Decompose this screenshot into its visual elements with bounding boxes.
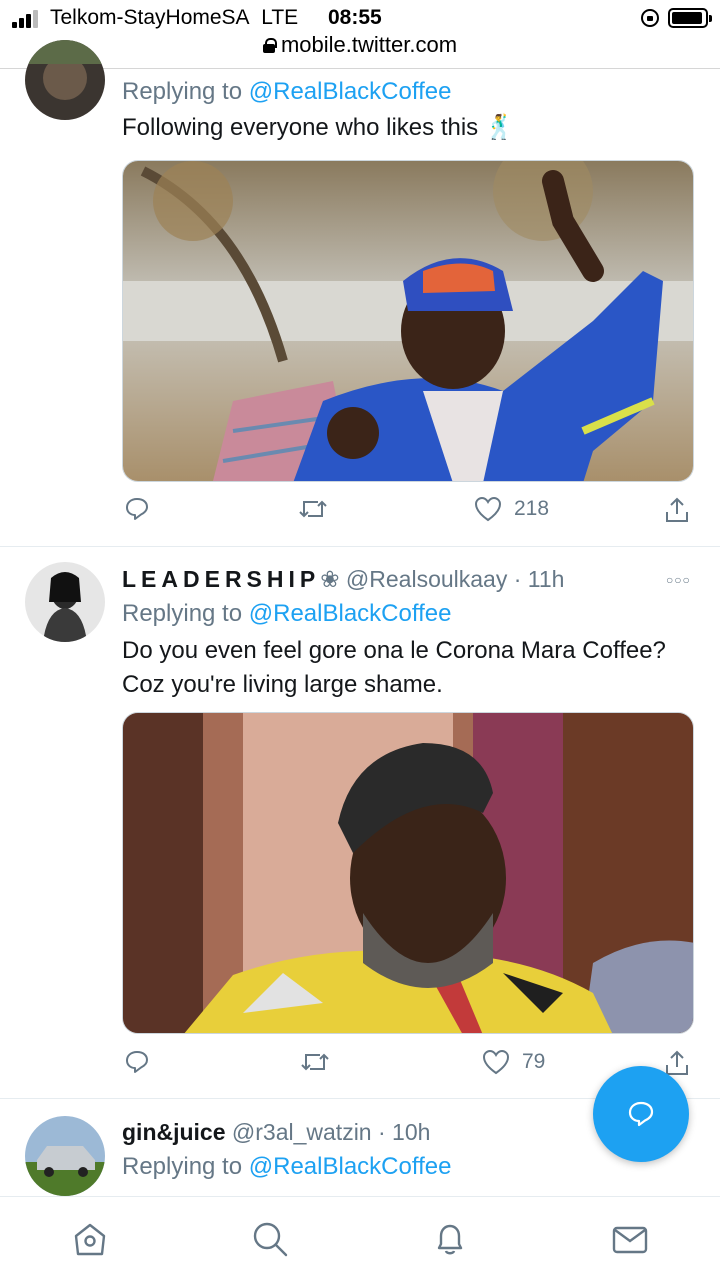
padlock-icon bbox=[262, 38, 277, 53]
avatar[interactable] bbox=[25, 562, 105, 642]
tweet-text: Following everyone who likes this 🕺 bbox=[122, 114, 515, 141]
reply-icon bbox=[126, 498, 148, 520]
reply-context: Replying to @RealBlackCoffee bbox=[122, 1153, 452, 1180]
battery-icon bbox=[668, 8, 712, 28]
bell-icon bbox=[437, 1224, 463, 1255]
address-bar[interactable]: mobile.twitter.com bbox=[0, 32, 720, 72]
reply-button[interactable] bbox=[124, 496, 162, 522]
mention-link[interactable]: @RealBlackCoffee bbox=[249, 1153, 452, 1180]
tweet-text-line: Do you even feel gore ona le Corona Mara… bbox=[122, 637, 666, 664]
like-button[interactable]: 79 bbox=[482, 1049, 545, 1075]
heart-icon bbox=[482, 1049, 510, 1075]
search-icon bbox=[253, 1222, 288, 1257]
retweet-icon bbox=[299, 500, 327, 518]
share-button[interactable] bbox=[664, 496, 690, 524]
clock: 08:55 bbox=[328, 6, 382, 29]
tweet-actions: 218 bbox=[122, 496, 694, 532]
user-handle[interactable]: @Realsoulkaay bbox=[346, 566, 507, 592]
nav-notifications[interactable] bbox=[430, 1219, 470, 1259]
share-button[interactable] bbox=[664, 1049, 690, 1077]
signal-bars-icon bbox=[12, 10, 40, 28]
display-name[interactable]: gin&juice bbox=[122, 1119, 226, 1145]
compose-button[interactable] bbox=[593, 1066, 689, 1162]
reply-context: Replying to @RealBlackCoffee bbox=[122, 78, 452, 105]
share-icon bbox=[666, 497, 688, 522]
tweet-divider bbox=[0, 546, 720, 547]
tweet-image[interactable] bbox=[122, 712, 694, 1034]
reply-button[interactable] bbox=[124, 1049, 162, 1075]
tweet-text: Do you even feel gore ona le Corona Mara… bbox=[122, 634, 666, 702]
user-handle[interactable]: @r3al_watzin bbox=[232, 1119, 372, 1145]
tweet-image[interactable] bbox=[122, 160, 694, 482]
avatar[interactable] bbox=[25, 1116, 105, 1196]
nav-search[interactable] bbox=[250, 1219, 290, 1259]
display-name[interactable]: LEADERSHIP bbox=[122, 566, 320, 592]
heart-icon bbox=[474, 496, 502, 522]
home-icon bbox=[74, 1223, 106, 1256]
nav-messages[interactable] bbox=[610, 1219, 650, 1259]
name-emoji: ❀ bbox=[320, 566, 340, 592]
nav-home[interactable] bbox=[70, 1219, 110, 1259]
avatar[interactable] bbox=[25, 40, 105, 120]
tweet-time[interactable]: · 10h bbox=[378, 1119, 430, 1145]
mention-link[interactable]: @RealBlackCoffee bbox=[249, 600, 452, 627]
url-text: mobile.twitter.com bbox=[280, 32, 458, 57]
share-icon bbox=[666, 1050, 688, 1075]
retweet-button[interactable] bbox=[300, 1049, 342, 1075]
mail-icon bbox=[612, 1226, 648, 1254]
carrier-label: Telkom-StayHomeSA LTE bbox=[50, 6, 299, 29]
tweet-header: LEADERSHIP❀ @Realsoulkaay · 11h bbox=[122, 566, 564, 593]
retweet-button[interactable] bbox=[298, 496, 340, 522]
compose-icon bbox=[628, 1101, 654, 1127]
tweet-text-line: Coz you're living large shame. bbox=[122, 671, 443, 698]
reply-context: Replying to @RealBlackCoffee bbox=[122, 600, 452, 627]
address-bar-divider bbox=[0, 68, 720, 69]
retweet-icon bbox=[301, 1053, 329, 1071]
bottom-nav bbox=[0, 1196, 720, 1280]
mention-link[interactable]: @RealBlackCoffee bbox=[249, 78, 452, 105]
more-icon[interactable]: ○○○ bbox=[666, 573, 691, 587]
status-bar: Telkom-StayHomeSA LTE 08:55 bbox=[0, 0, 720, 36]
reply-icon bbox=[126, 1051, 148, 1073]
rotation-lock-icon bbox=[641, 9, 659, 27]
tweet-header: gin&juice @r3al_watzin · 10h bbox=[122, 1119, 430, 1146]
tweet-time[interactable]: · 11h bbox=[514, 566, 565, 592]
like-button[interactable]: 218 bbox=[474, 496, 549, 522]
